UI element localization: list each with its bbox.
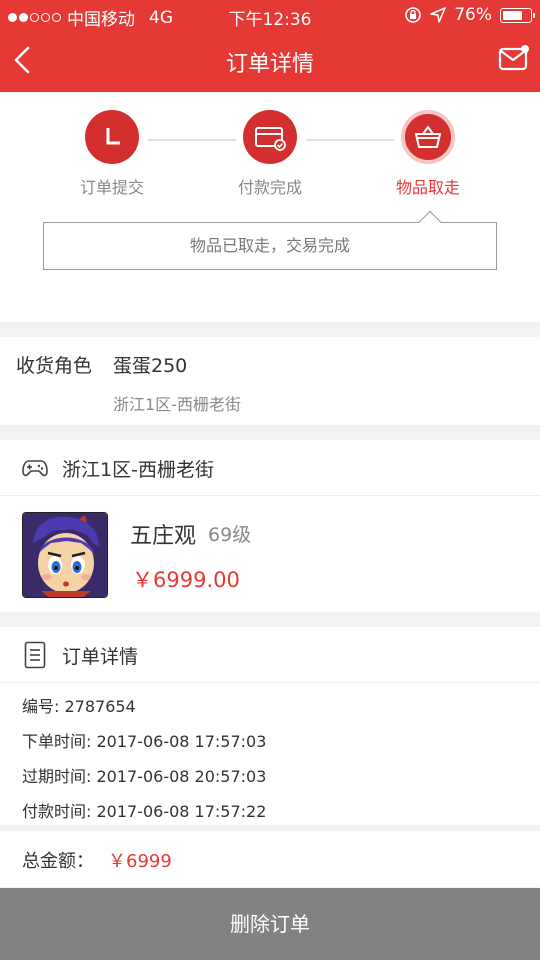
location-arrow-icon xyxy=(430,7,446,23)
battery-percent: 76% xyxy=(454,5,492,25)
order-created-time: 下单时间: 2017-06-08 17:57:03 xyxy=(22,732,267,751)
total-bar: 总金额： ￥6999 xyxy=(0,831,540,887)
basket-icon xyxy=(415,126,441,148)
status-text: 物品已取走，交易完成 xyxy=(189,236,350,255)
order-details-card: 订单详情 编号: 2787654 下单时间: 2017-06-08 17:57:… xyxy=(0,627,540,825)
order-status-message: 物品已取走，交易完成 xyxy=(43,210,497,270)
step-label: 付款完成 xyxy=(237,178,302,197)
total-label: 总金额： xyxy=(22,851,94,872)
delete-order-button[interactable]: 删除订单 xyxy=(0,888,540,960)
character-avatar xyxy=(22,512,108,598)
order-paid-time: 付款时间: 2017-06-08 17:57:22 xyxy=(22,802,267,821)
receiver-server: 浙江1区-西栅老街 xyxy=(113,395,241,414)
page-title: 订单详情 xyxy=(225,52,314,77)
battery-icon xyxy=(500,7,535,23)
step-label: 订单提交 xyxy=(79,178,144,197)
step-label: 物品取走 xyxy=(395,178,460,197)
order-details-header: 订单详情 xyxy=(0,627,540,683)
document-icon xyxy=(24,641,46,669)
step-order-submitted: 订单提交 xyxy=(47,110,177,198)
status-bar: 中国移动 4G 下午12:36 76% xyxy=(0,0,540,30)
order-progress: 订单提交 付款完成 物品取走 物品已取走，交易完成 xyxy=(0,92,540,322)
item-name: 五庄观 xyxy=(130,524,197,549)
item-card: 浙江1区-西栅老街 五庄观 69级 ￥6999.00 xyxy=(0,440,540,612)
order-expire-time: 过期时间: 2017-06-08 20:57:03 xyxy=(22,767,267,786)
card-icon xyxy=(255,127,286,151)
step-payment-complete: 付款完成 xyxy=(205,110,335,198)
item-level: 69级 xyxy=(208,524,252,546)
receiver-section: 收货角色 蛋蛋250 浙江1区-西栅老街 xyxy=(0,337,540,425)
item-price: ￥6999.00 xyxy=(132,568,240,592)
item-card-header: 浙江1区-西栅老街 xyxy=(0,440,540,496)
order-number: 编号: 2787654 xyxy=(22,697,136,716)
item-server: 浙江1区-西栅老街 xyxy=(62,459,214,481)
total-amount: ￥6999 xyxy=(108,851,172,872)
nav-bar: 订单详情 xyxy=(0,30,540,92)
step-item-taken: 物品取走 xyxy=(363,110,493,198)
gamepad-icon xyxy=(22,460,48,477)
order-details-title: 订单详情 xyxy=(62,646,139,668)
receiver-label: 收货角色 xyxy=(16,355,93,377)
mail-icon[interactable] xyxy=(498,43,530,75)
rotation-lock-icon xyxy=(405,7,422,23)
receiver-name: 蛋蛋250 xyxy=(113,355,188,377)
clock-icon xyxy=(106,128,120,145)
